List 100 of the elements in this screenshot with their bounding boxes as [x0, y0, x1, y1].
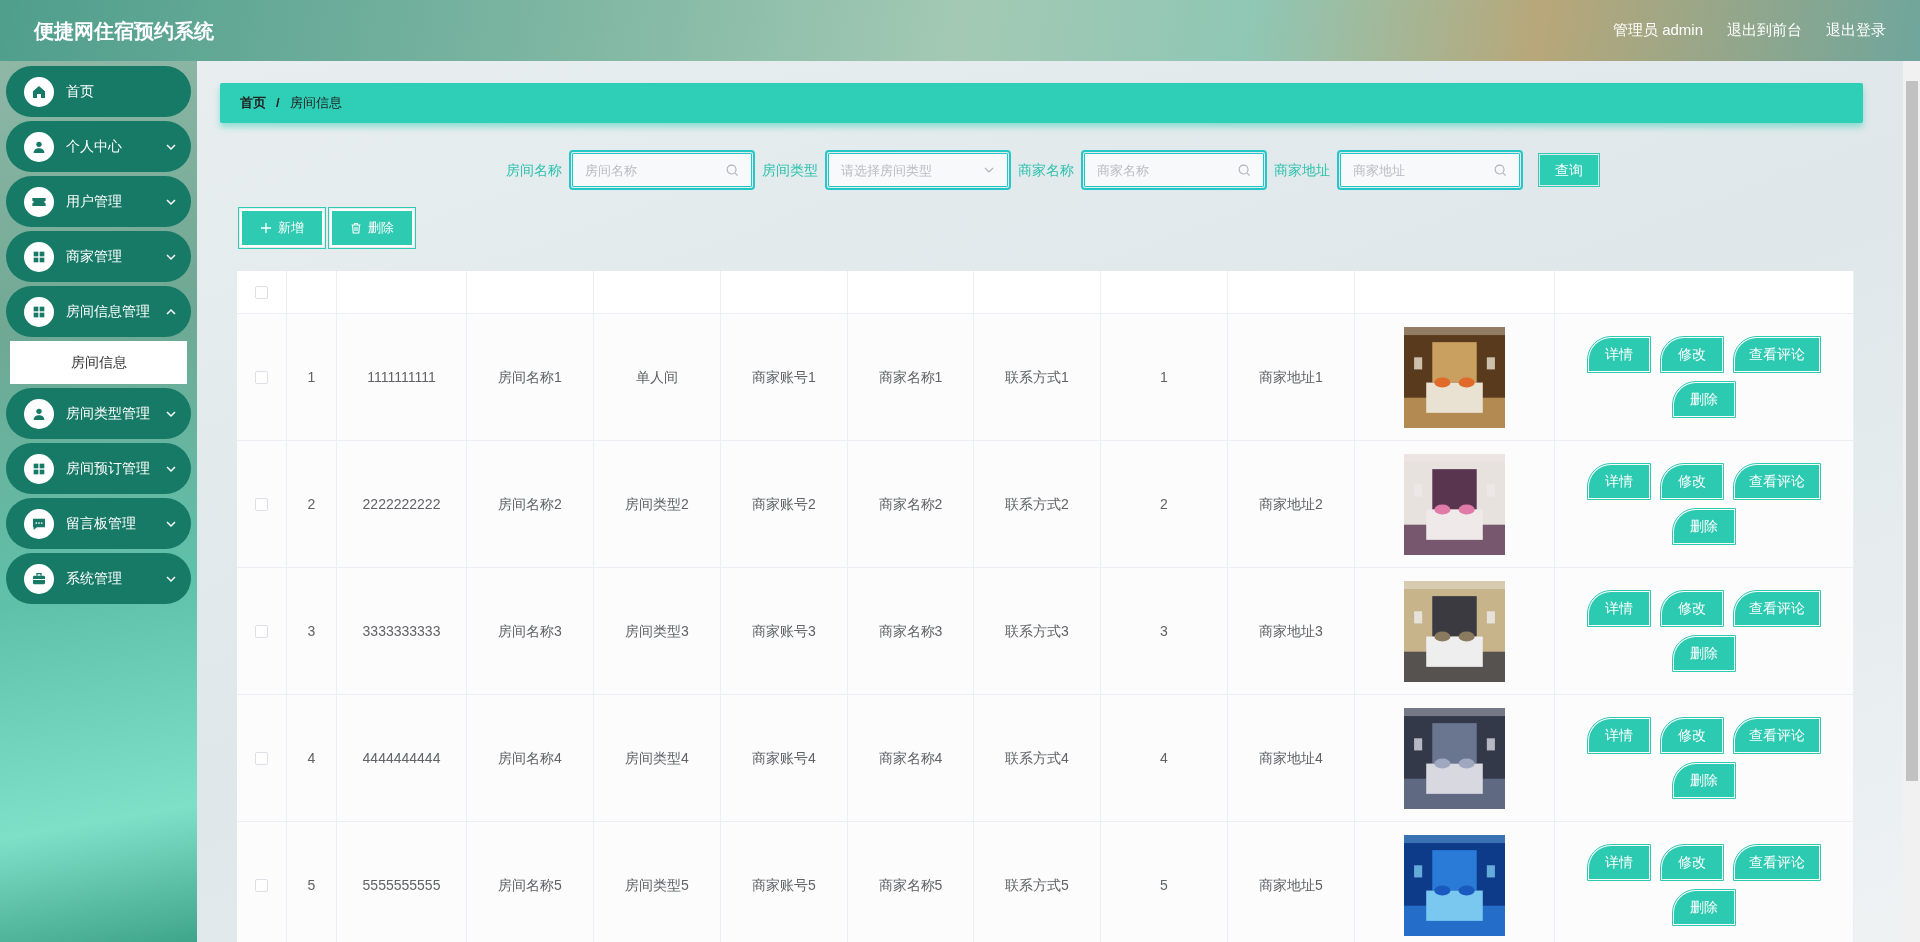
header-link[interactable]: 退出到前台: [1727, 19, 1802, 42]
action-button[interactable]: 详情: [1589, 465, 1649, 498]
sidebar-item[interactable]: 用户管理: [6, 176, 191, 227]
action-button[interactable]: 查看评论: [1735, 719, 1819, 752]
table-cell-text: 房间名称5: [498, 875, 562, 895]
input-field[interactable]: 商家名称: [1084, 154, 1238, 186]
table-cell-text: 商家账号3: [752, 621, 816, 641]
action-button[interactable]: 删除: [1674, 764, 1734, 797]
sidebar-item[interactable]: 个人中心: [6, 121, 191, 172]
table-cell-text: 2: [1160, 494, 1168, 514]
table-cell-text: 房间名称1: [498, 367, 562, 387]
action-button[interactable]: 查看评论: [1735, 465, 1819, 498]
trash-icon: [350, 222, 362, 234]
action-button[interactable]: 详情: [1589, 719, 1649, 752]
breadcrumb-item[interactable]: 首页: [240, 93, 266, 113]
input-field[interactable]: 房间名称: [572, 154, 726, 186]
checkbox[interactable]: [255, 285, 268, 299]
table-cell-text: 联系方式1: [1005, 367, 1069, 387]
table-cell-text: 1111111111: [367, 367, 436, 387]
action-button[interactable]: 修改: [1662, 719, 1722, 752]
plus-icon: [260, 222, 272, 234]
checkbox[interactable]: [255, 497, 268, 511]
table-cell-text: 1: [1160, 367, 1168, 387]
action-button[interactable]: 查看评论: [1735, 338, 1819, 371]
action-button[interactable]: 详情: [1589, 592, 1649, 625]
action-button[interactable]: 删除: [1674, 891, 1734, 924]
action-button[interactable]: 删除: [1674, 637, 1734, 670]
sidebar-item[interactable]: 首页: [6, 66, 191, 117]
table-cell-text: 4444444444: [362, 748, 441, 768]
table-cell-text: 商家地址2: [1259, 494, 1323, 514]
action-button[interactable]: 详情: [1589, 338, 1649, 371]
checkbox[interactable]: [255, 751, 268, 765]
table-cell-text: 商家账号4: [752, 748, 816, 768]
toolbar-button[interactable]: 删除: [330, 209, 414, 247]
action-button[interactable]: 修改: [1662, 465, 1722, 498]
sidebar-item[interactable]: 房间类型管理: [6, 388, 191, 439]
table-cell-text: 联系方式5: [1005, 875, 1069, 895]
sidebar-item[interactable]: 房间信息管理: [6, 286, 191, 337]
table-cell-text: 房间名称2: [498, 494, 562, 514]
action-button[interactable]: 查看评论: [1735, 846, 1819, 879]
table-cell-text: 房间类型2: [625, 494, 689, 514]
table-cell-text: 联系方式3: [1005, 621, 1069, 641]
table-cell-text: 房间名称3: [498, 621, 562, 641]
table-cell-text: 商家地址1: [1259, 367, 1323, 387]
table-cell-text: 商家名称1: [878, 367, 943, 387]
sidebar-item[interactable]: 房间预订管理: [6, 443, 191, 494]
checkbox[interactable]: [255, 878, 268, 892]
checkbox[interactable]: [255, 370, 268, 384]
action-button[interactable]: 修改: [1662, 592, 1722, 625]
action-button[interactable]: 删除: [1674, 510, 1734, 543]
table-cell-text: 房间类型5: [625, 875, 689, 895]
action-button[interactable]: 修改: [1662, 846, 1722, 879]
input-field[interactable]: 商家地址: [1340, 154, 1494, 186]
table-cell-text: 4: [307, 748, 316, 768]
header-link[interactable]: 退出登录: [1826, 19, 1886, 42]
table-cell-text: 2: [307, 494, 316, 514]
submenu-item[interactable]: 房间信息: [10, 341, 187, 384]
table-cell-text: 商家账号1: [752, 367, 816, 387]
sidebar-item[interactable]: 系统管理: [6, 553, 191, 604]
search-box[interactable]: 商家名称: [1083, 153, 1264, 187]
action-button[interactable]: 删除: [1674, 383, 1734, 416]
select-field[interactable]: 请选择房间类型: [828, 154, 983, 186]
table-cell-text: 商家名称4: [878, 748, 943, 768]
table-cell-text: 商家地址4: [1259, 748, 1323, 768]
checkbox[interactable]: [255, 624, 268, 638]
toolbar-button[interactable]: 新增: [240, 209, 324, 247]
sidebar-item[interactable]: 商家管理: [6, 231, 191, 282]
field-label: 商家名称: [1017, 160, 1074, 180]
search-box[interactable]: 房间名称: [571, 153, 752, 187]
table-cell-text: 房间类型4: [625, 748, 689, 768]
table-cell-text: 联系方式2: [1005, 494, 1069, 514]
table-cell-text: 5: [1160, 875, 1168, 895]
briefcase-icon: [31, 570, 47, 587]
search-icon: [1493, 163, 1507, 177]
search-box[interactable]: 商家地址: [1339, 153, 1520, 187]
action-button[interactable]: 详情: [1589, 846, 1649, 879]
table-cell-text: 商家名称3: [878, 621, 943, 641]
table-cell-text: 1: [307, 367, 316, 387]
home-icon: [31, 83, 47, 100]
breadcrumb-separator: /: [276, 94, 280, 113]
action-button[interactable]: 修改: [1662, 338, 1722, 371]
table-cell-text: 商家账号2: [752, 494, 816, 514]
action-button[interactable]: 查看评论: [1735, 592, 1819, 625]
select-box[interactable]: 请选择房间类型: [827, 153, 1008, 187]
query-button[interactable]: 查询: [1539, 155, 1598, 185]
search-icon: [725, 163, 739, 177]
app-title: 便捷网住宿预约系统: [34, 18, 214, 44]
table-cell-text: 商家名称2: [878, 494, 943, 514]
table-cell-text: 联系方式4: [1005, 748, 1069, 768]
breadcrumb-item: 房间信息: [289, 94, 342, 113]
sidebar-item[interactable]: 留言板管理: [6, 498, 191, 549]
field-label: 商家地址: [1273, 160, 1330, 180]
field-label: 房间名称: [505, 160, 562, 180]
table-cell-text: 商家地址5: [1259, 875, 1323, 895]
field-label: 房间类型: [761, 160, 818, 180]
search-icon: [1237, 163, 1251, 177]
table-cell-text: 商家名称5: [878, 875, 943, 895]
table-cell-text: 商家账号5: [752, 875, 816, 895]
table-cell-text: 4: [1160, 748, 1168, 768]
table-cell-text: 商家地址3: [1259, 621, 1323, 641]
